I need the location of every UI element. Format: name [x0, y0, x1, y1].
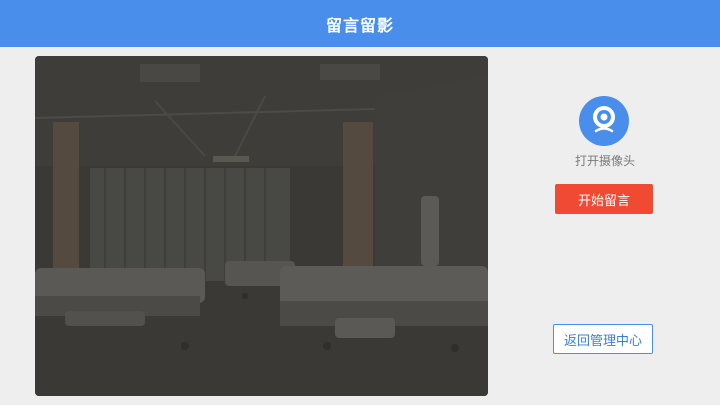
- start-message-button[interactable]: 开始留言: [555, 184, 653, 214]
- page-title: 留言留影: [325, 15, 394, 35]
- camera-preview: [35, 56, 488, 396]
- open-camera-button[interactable]: [579, 96, 629, 146]
- control-panel: 打开摄像头 开始留言 返回管理中心: [540, 56, 670, 396]
- header-bar: 留言留影: [0, 0, 720, 47]
- ward-photo: [35, 56, 488, 396]
- open-camera-label: 打开摄像头: [574, 154, 635, 168]
- back-to-admin-button[interactable]: 返回管理中心: [553, 324, 653, 354]
- webcam-icon: [590, 104, 618, 138]
